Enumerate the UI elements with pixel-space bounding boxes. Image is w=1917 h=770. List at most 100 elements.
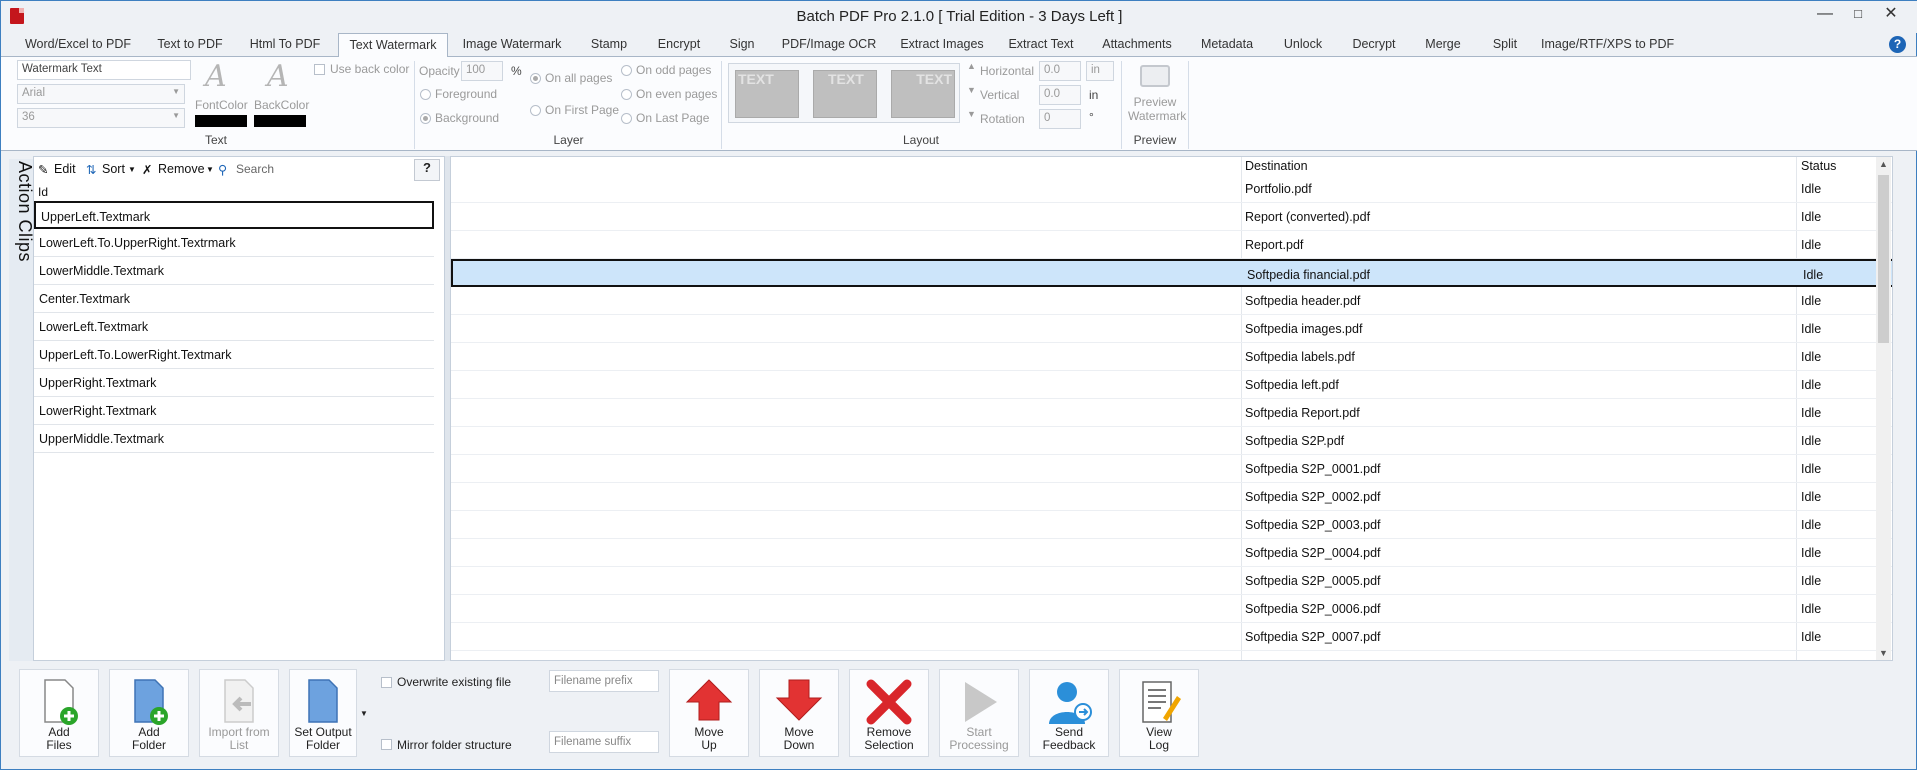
tab-image-watermark[interactable]: Image Watermark <box>457 33 567 57</box>
horizontal-input[interactable]: 0.0 <box>1039 61 1081 81</box>
file-row[interactable]: Report.pdf Idle <box>451 231 1892 259</box>
scroll-thumb[interactable] <box>1878 175 1889 343</box>
file-row[interactable]: Softpedia Report.pdf Idle <box>451 399 1892 427</box>
import-from-list-button[interactable]: Import from List <box>199 669 279 757</box>
clips-help-button[interactable]: ? <box>414 159 440 181</box>
remove-icon[interactable]: ✗ <box>142 162 152 177</box>
tab-extract-text[interactable]: Extract Text <box>1003 33 1079 57</box>
tab-pdf-image-ocr[interactable]: PDF/Image OCR <box>777 33 881 57</box>
overwrite-checkbox[interactable] <box>381 677 392 688</box>
tab-text-to-pdf[interactable]: Text to PDF <box>149 33 231 57</box>
tab-sign[interactable]: Sign <box>723 33 761 57</box>
layout-option-upper-right[interactable]: TEXT <box>891 70 955 118</box>
start-processing-button[interactable]: Start Processing <box>939 669 1019 757</box>
tab-html-to-pdf[interactable]: Html To PDF <box>241 33 329 57</box>
minimize-button[interactable]: — <box>1811 5 1839 25</box>
add-files-button[interactable]: Add Files <box>19 669 99 757</box>
tab-metadata[interactable]: Metadata <box>1195 33 1259 57</box>
edit-icon[interactable]: ✎ <box>38 162 48 177</box>
layout-option-upper-middle[interactable]: TEXT <box>813 70 877 118</box>
file-row[interactable]: Softpedia S2P_0001.pdf Idle <box>451 455 1892 483</box>
maximize-button[interactable]: □ <box>1844 5 1872 25</box>
scroll-up-icon[interactable]: ▲ <box>1879 159 1888 169</box>
tab-extract-images[interactable]: Extract Images <box>896 33 988 57</box>
clip-row[interactable]: UpperRight.Textmark <box>34 369 434 397</box>
mirror-folder-checkbox[interactable] <box>381 739 392 750</box>
watermark-text-input[interactable]: Watermark Text <box>17 60 191 80</box>
sort-icon[interactable]: ⇅ <box>86 162 96 177</box>
clip-row[interactable]: UpperMiddle.Textmark <box>34 425 434 453</box>
file-row[interactable]: Softpedia S2P.pdf Idle <box>451 427 1892 455</box>
set-output-folder-button[interactable]: Set Output Folder <box>289 669 357 757</box>
tab-text-watermark[interactable]: Text Watermark <box>338 33 448 58</box>
chevron-down-icon[interactable]: ▼ <box>206 165 214 174</box>
clip-row[interactable]: LowerMiddle.Textmark <box>34 257 434 285</box>
on-last-page-radio[interactable] <box>621 113 632 124</box>
file-row[interactable]: Portfolio.pdf Idle <box>451 175 1892 203</box>
view-log-button[interactable]: View Log <box>1119 669 1199 757</box>
file-row[interactable]: Softpedia financial.pdf Idle <box>451 259 1892 287</box>
font-select[interactable]: Arial ▼ <box>17 84 185 104</box>
tab-encrypt[interactable]: Encrypt <box>651 33 707 57</box>
vertical-scrollbar[interactable]: ▲ ▼ <box>1876 157 1891 660</box>
file-row[interactable]: Softpedia S2P_0002.pdf Idle <box>451 483 1892 511</box>
destination-column-header[interactable]: Destination <box>1245 159 1308 173</box>
clip-row[interactable]: Center.Textmark <box>34 285 434 313</box>
clip-row[interactable]: UpperLeft.To.LowerRight.Textmark <box>34 341 434 369</box>
tab-word-excel-to-pdf[interactable]: Word/Excel to PDF <box>17 33 139 57</box>
send-feedback-button[interactable]: Send Feedback <box>1029 669 1109 757</box>
layout-option-upper-left[interactable]: TEXT <box>735 70 799 118</box>
font-size-select[interactable]: 36 ▼ <box>17 108 185 128</box>
use-back-color-checkbox[interactable] <box>314 64 325 75</box>
add-folder-button[interactable]: Add Folder <box>109 669 189 757</box>
filename-suffix-input[interactable]: Filename suffix <box>549 731 659 753</box>
tab-split[interactable]: Split <box>1485 33 1525 57</box>
on-first-page-radio[interactable] <box>530 105 541 116</box>
set-output-folder-dropdown[interactable]: ▼ <box>357 669 371 757</box>
scroll-down-icon[interactable]: ▼ <box>1879 648 1888 658</box>
remove-button[interactable]: Remove <box>158 162 205 176</box>
move-down-button[interactable]: Move Down <box>759 669 839 757</box>
file-row[interactable]: Report (converted).pdf Idle <box>451 203 1892 231</box>
preview-watermark-button[interactable]: Preview Watermark <box>1128 59 1186 129</box>
file-row[interactable]: Softpedia left.pdf Idle <box>451 371 1892 399</box>
tab-stamp[interactable]: Stamp <box>584 33 634 57</box>
tab-merge[interactable]: Merge <box>1417 33 1469 57</box>
tab-decrypt[interactable]: Decrypt <box>1347 33 1401 57</box>
clip-row[interactable]: LowerLeft.To.UpperRight.Textrmark <box>34 229 434 257</box>
on-all-pages-radio[interactable] <box>530 73 541 84</box>
clip-row[interactable]: LowerRight.Textmark <box>34 397 434 425</box>
tab-image-rtf-xps-to-pdf[interactable]: Image/RTF/XPS to PDF <box>1541 33 1674 57</box>
horizontal-unit-select[interactable]: in <box>1086 61 1114 81</box>
chevron-down-icon[interactable]: ▼ <box>128 165 136 174</box>
file-row[interactable]: Softpedia S2P_0003.pdf Idle <box>451 511 1892 539</box>
rotation-input[interactable]: 0 <box>1039 109 1081 129</box>
clip-row[interactable]: UpperLeft.Textmark <box>34 201 434 229</box>
file-row[interactable]: Softpedia images.pdf Idle <box>451 315 1892 343</box>
file-row[interactable]: Softpedia S2P_0007.pdf Idle <box>451 623 1892 651</box>
gallery-scroll-down-icon[interactable]: ▼ <box>967 85 976 95</box>
background-radio[interactable] <box>420 113 431 124</box>
help-icon[interactable]: ? <box>1889 36 1906 53</box>
clip-row[interactable]: LowerLeft.Textmark <box>34 313 434 341</box>
gallery-scroll-up-icon[interactable]: ▲ <box>967 61 976 71</box>
tab-unlock[interactable]: Unlock <box>1275 33 1331 57</box>
back-color-swatch[interactable] <box>254 115 306 127</box>
opacity-input[interactable]: 100 <box>461 61 503 81</box>
remove-selection-button[interactable]: Remove Selection <box>849 669 929 757</box>
id-column-header[interactable]: Id <box>38 185 48 199</box>
file-row[interactable]: Softpedia S2P_0006.pdf Idle <box>451 595 1892 623</box>
sort-button[interactable]: Sort <box>102 162 125 176</box>
gallery-more-icon[interactable]: ▼ <box>967 109 976 119</box>
on-even-pages-radio[interactable] <box>621 89 632 100</box>
vertical-input[interactable]: 0.0 <box>1039 85 1081 105</box>
font-color-swatch[interactable] <box>195 115 247 127</box>
search-input[interactable]: Search <box>232 159 344 179</box>
close-button[interactable]: ✕ <box>1877 5 1905 25</box>
file-row[interactable]: Softpedia header.pdf Idle <box>451 287 1892 315</box>
file-row[interactable]: Softpedia labels.pdf Idle <box>451 343 1892 371</box>
edit-button[interactable]: Edit <box>54 162 76 176</box>
file-row[interactable]: Softpedia S2P_0004.pdf Idle <box>451 539 1892 567</box>
foreground-radio[interactable] <box>420 89 431 100</box>
move-up-button[interactable]: Move Up <box>669 669 749 757</box>
